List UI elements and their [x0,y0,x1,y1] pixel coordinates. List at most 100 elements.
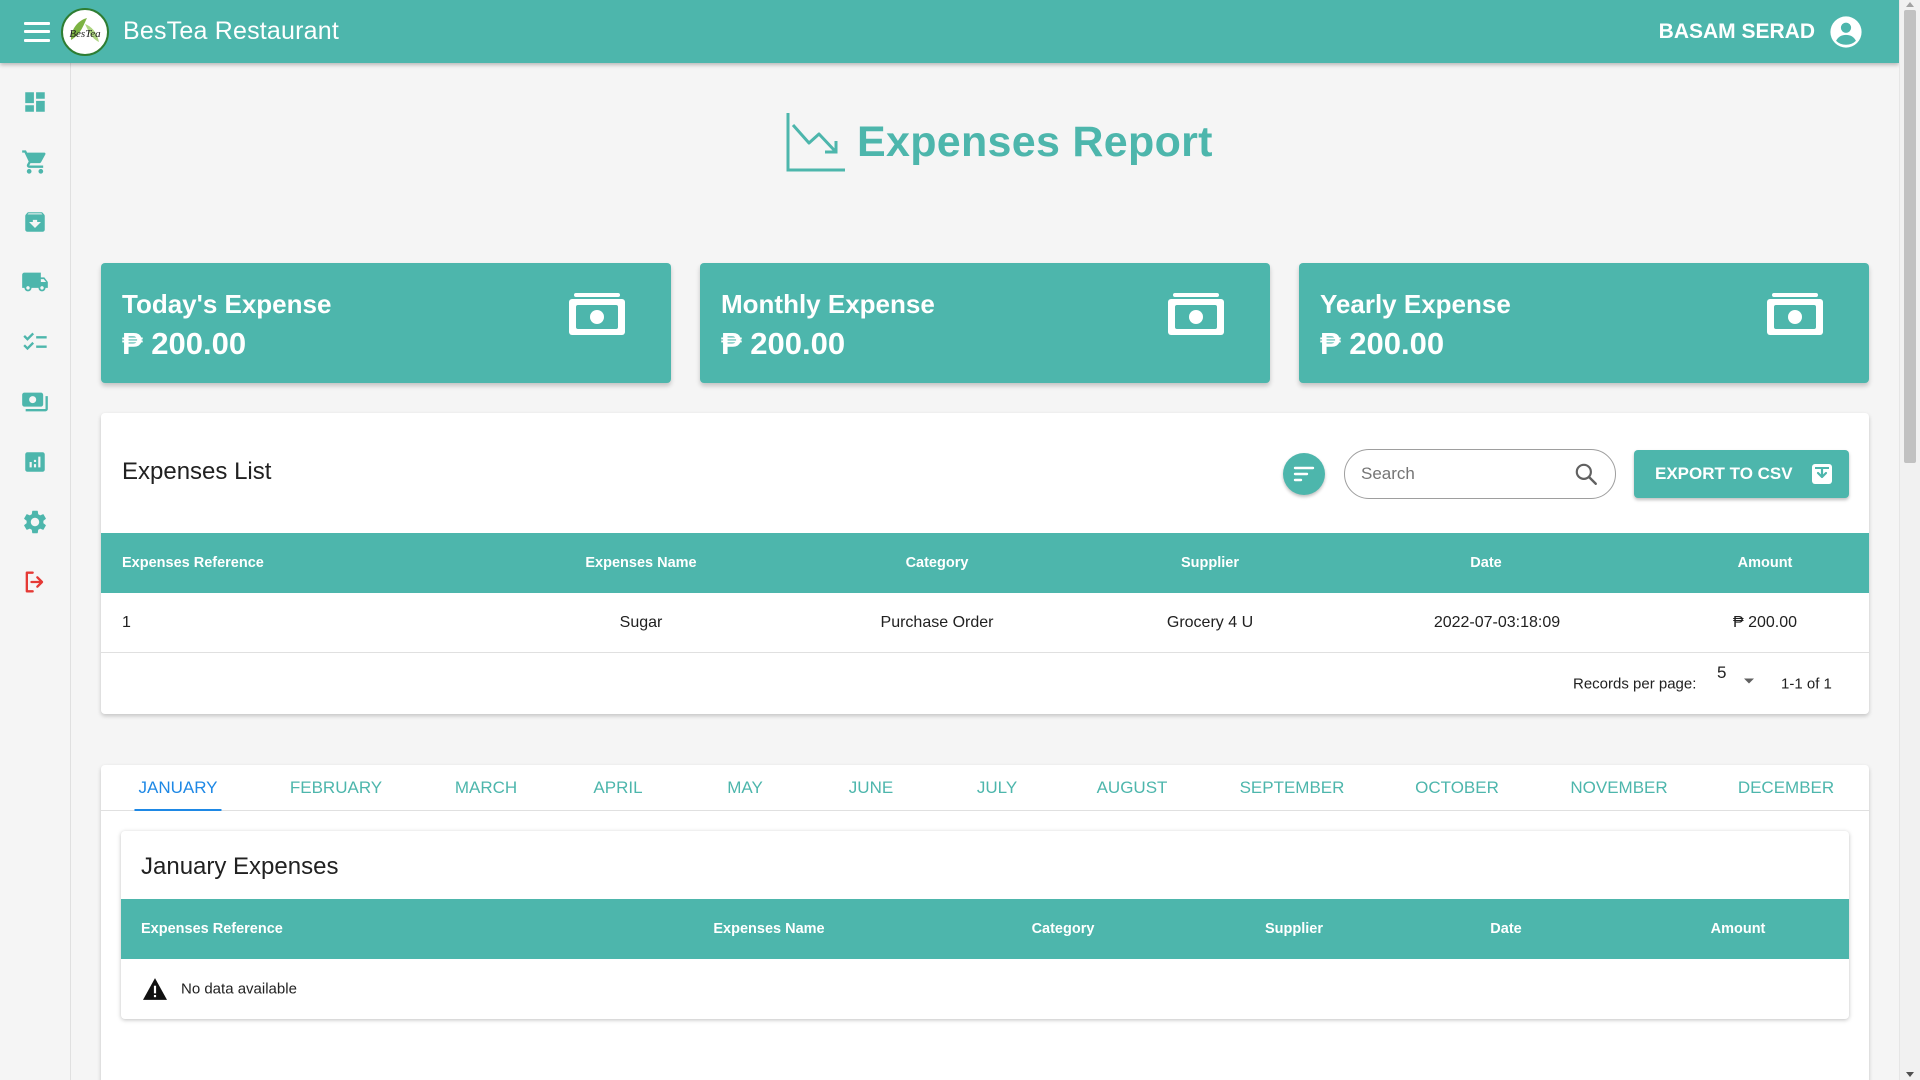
records-per-page-value: 5 [1717,663,1727,682]
month-tabs: JANUARY FEBRUARY MARCH APRIL MAY JUNE JU… [101,765,1869,811]
cell-supplier: Grocery 4 U [1166,613,1254,631]
table-row[interactable]: 1 Sugar Purchase Order Grocery 4 U 2022-… [101,593,1869,653]
tab-june[interactable]: JUNE [845,765,897,811]
sidebar-item-reports[interactable] [21,448,49,476]
cell-amount: ₱ 200.00 [1732,613,1798,631]
dashboard-icon [25,92,45,112]
search-field[interactable] [1344,449,1616,499]
stat-label: Yearly Expense [1320,289,1511,319]
sidebar-item-dashboard[interactable] [21,88,49,116]
sidebar-item-suppliers[interactable] [21,268,49,296]
column-header[interactable]: Category [906,555,969,571]
month-expenses-panel: January Expenses Expenses Reference Expe… [121,831,1849,1019]
scrollbar-thumb[interactable] [1904,10,1916,463]
cell-date: 2022-07-03:18:09 [1433,613,1561,631]
restaurant-logo: BesTea [61,7,109,56]
column-header[interactable]: Supplier [1265,921,1323,937]
sidebar-item-settings[interactable] [21,508,49,536]
tab-july[interactable]: JULY [973,765,1021,811]
chart-down-icon [786,113,845,172]
tab-november[interactable]: NOVEMBER [1566,765,1671,811]
cart-icon [22,150,46,174]
column-header[interactable]: Date [1470,555,1501,571]
side-navigation [0,63,71,1080]
menu-icon[interactable] [24,21,50,42]
tab-march[interactable]: MARCH [451,765,521,811]
tab-january[interactable]: JANUARY [134,765,222,811]
stat-value: ₱ 200.00 [122,326,247,361]
pagination-range: 1-1 of 1 [1781,675,1832,693]
stat-value: ₱ 200.00 [1320,326,1445,361]
cash-icon [1168,293,1224,335]
tab-october[interactable]: OCTOBER [1411,765,1503,811]
column-header[interactable]: Amount [1711,921,1766,937]
download-archive-icon [1811,464,1832,484]
panel-title: January Expenses [141,853,339,880]
app-bar: BesTea BesTea Restaurant BASAM SERAD [0,0,1899,63]
monthly-expense-card[interactable]: Monthly Expense ₱ 200.00 [700,263,1270,383]
column-header[interactable]: Category [1032,921,1095,937]
warning-icon [143,978,167,1000]
monthly-expenses-card: JANUARY FEBRUARY MARCH APRIL MAY JUNE JU… [101,765,1869,1080]
tab-february[interactable]: FEBRUARY [286,765,386,811]
stat-label: Monthly Expense [721,289,935,319]
gear-icon [24,510,46,534]
search-icon[interactable] [1573,461,1599,487]
records-per-page-select[interactable]: 5 [1713,663,1763,698]
tab-september[interactable]: SEPTEMBER [1236,765,1349,811]
export-button-label: EXPORT TO CSV [1655,464,1793,483]
search-input[interactable] [1361,464,1561,484]
table-pagination: Records per page: 5 1-1 of 1 [101,654,1869,714]
tab-may[interactable]: MAY [723,765,767,811]
stat-value: ₱ 200.00 [721,326,846,361]
column-header[interactable]: Expenses Reference [122,555,264,571]
analytics-icon [25,452,45,472]
page-heading: Expenses Report [785,111,1213,173]
page-title: Expenses Report [857,117,1213,166]
todays-expense-card[interactable]: Today's Expense ₱ 200.00 [101,263,671,383]
yearly-expense-card[interactable]: Yearly Expense ₱ 200.00 [1299,263,1869,383]
chevron-down-icon [1744,678,1754,684]
expenses-list-card: Expenses List EXPORT TO CSV Expenses Ref… [101,413,1869,714]
column-header[interactable]: Date [1490,921,1521,937]
account-circle-icon[interactable] [1829,15,1863,49]
payments-icon [22,392,48,412]
logout-icon [25,571,44,593]
cash-icon [1767,293,1823,335]
sort-icon [1293,466,1315,482]
records-per-page-label: Records per page: [1573,675,1697,693]
scroll-up-arrow-icon[interactable] [1906,2,1914,7]
sidebar-item-inventory[interactable] [21,208,49,236]
table-header: Expenses Reference Expenses Name Categor… [101,533,1869,593]
table-header: Expenses Reference Expenses Name Categor… [121,899,1849,959]
cell-category: Purchase Order [880,613,994,631]
export-csv-button[interactable]: EXPORT TO CSV [1634,450,1849,498]
scroll-down-arrow-icon[interactable] [1906,1072,1914,1077]
user-name[interactable]: BASAM SERAD [1659,20,1815,44]
tab-august[interactable]: AUGUST [1093,765,1172,811]
column-header[interactable]: Expenses Name [585,555,696,571]
cell-name: Sugar [619,613,663,631]
section-title: Expenses List [122,458,272,485]
app-title: BesTea Restaurant [123,17,340,45]
column-header[interactable]: Supplier [1181,555,1239,571]
checklist-icon [23,332,47,351]
truck-icon [22,272,48,292]
sidebar-item-logout[interactable] [21,568,49,596]
empty-state: No data available [121,959,1849,1019]
cell-reference: 1 [122,613,131,631]
column-header[interactable]: Expenses Name [713,921,824,937]
cash-icon [569,293,625,335]
stat-label: Today's Expense [122,289,332,319]
tab-april[interactable]: APRIL [589,765,646,811]
sidebar-item-expenses[interactable] [21,388,49,416]
filter-button[interactable] [1283,453,1325,495]
sidebar-item-checklist[interactable] [21,328,49,356]
empty-message: No data available [181,980,297,998]
column-header[interactable]: Expenses Reference [141,921,283,937]
sidebar-item-orders[interactable] [21,148,49,176]
column-header[interactable]: Amount [1738,555,1793,571]
tab-december[interactable]: DECEMBER [1734,765,1838,811]
vertical-scrollbar[interactable] [1899,0,1920,1080]
archive-icon [25,212,45,232]
